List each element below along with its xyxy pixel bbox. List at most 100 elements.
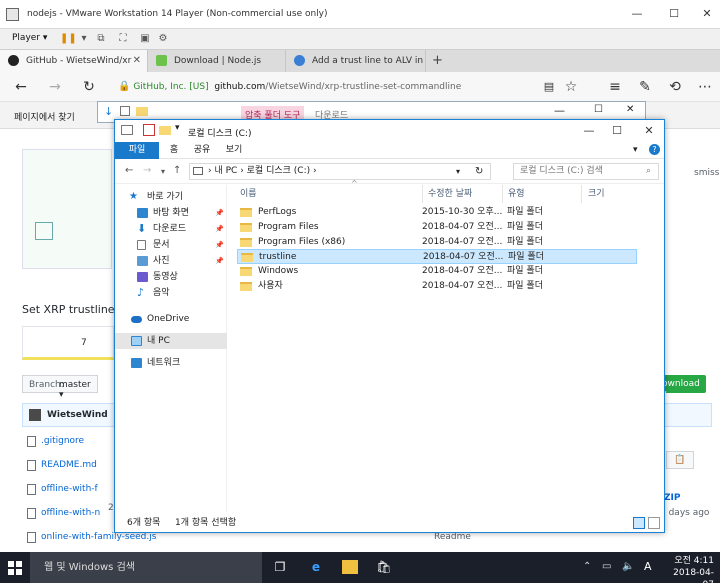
sidebar-item-desktop[interactable]: 바탕 화면 📌 <box>115 205 227 221</box>
pin-icon[interactable]: 📌 <box>215 221 224 237</box>
breadcrumb-pc[interactable]: 내 PC <box>214 166 237 176</box>
sidebar-item-this-pc[interactable]: 내 PC <box>115 333 227 349</box>
windows-start-icon[interactable] <box>8 561 22 575</box>
unity-icon[interactable]: ▣ <box>137 32 153 46</box>
player-menu[interactable]: Player ▾ <box>12 33 47 43</box>
folder-row-selected[interactable]: trustline 2018-04-07 오전... 파일 폴더 <box>237 249 637 264</box>
sidebar-item-videos[interactable]: 동영상 <box>115 269 227 285</box>
large-icons-view-icon[interactable] <box>648 517 660 529</box>
sidebar-item-documents[interactable]: 문서 📌 <box>115 237 227 253</box>
maximize-button[interactable]: ☐ <box>603 120 631 142</box>
chevron-down-icon[interactable]: ▾ <box>161 167 165 176</box>
address-bar[interactable]: 🔒 GitHub, Inc. [US] github.com/WietseWin… <box>118 78 528 96</box>
file-explorer-icon[interactable] <box>342 560 358 574</box>
refresh-icon[interactable]: ↻ <box>80 78 98 96</box>
pin-icon[interactable]: 📌 <box>215 237 224 253</box>
folder-row[interactable]: 사용자 2018-04-07 오전... 파일 폴더 <box>237 279 637 294</box>
new-folder-icon[interactable] <box>159 126 171 135</box>
search-input[interactable]: 로컬 디스크 (C:) 검색 ⌕ <box>513 163 659 180</box>
minimize-button[interactable]: — <box>554 104 565 117</box>
reading-view-icon[interactable]: ▤ <box>540 78 558 96</box>
clock[interactable]: 오전 4:11 2018-04-07 <box>666 555 714 583</box>
chevron-down-icon[interactable]: ▾ <box>633 145 638 155</box>
dismiss-link[interactable]: smiss <box>694 168 719 178</box>
file-link[interactable]: .gitignore <box>41 436 84 446</box>
up-icon[interactable]: ↑ <box>173 165 181 176</box>
full-screen-icon[interactable]: ⛶ <box>115 32 131 46</box>
close-button[interactable]: ✕ <box>695 4 719 24</box>
file-link[interactable]: online-with-family-seed.js <box>41 532 156 542</box>
tab-github[interactable]: GitHub - WietseWind/xr ✕ <box>0 50 148 72</box>
chevron-up-icon[interactable]: ⌃ <box>583 561 591 572</box>
clipboard-icon[interactable]: 📋 <box>666 451 694 469</box>
folder-row[interactable]: Windows 2018-04-07 오전... 파일 폴더 <box>237 264 637 279</box>
more-icon[interactable]: ⋯ <box>696 78 714 96</box>
column-header-date[interactable]: 수정한 날짜 <box>422 185 472 203</box>
store-icon[interactable]: 🛍 <box>375 558 393 576</box>
tab-share[interactable]: 공유 <box>189 142 215 159</box>
download-button[interactable]: ownload ▾ <box>660 375 706 399</box>
settings-icon[interactable]: ⚙ <box>155 32 171 46</box>
new-tab-button[interactable]: + <box>432 50 448 72</box>
network-tray-icon[interactable]: ▭ <box>602 561 611 572</box>
commits-box[interactable]: 7 <box>22 326 114 360</box>
share-icon[interactable]: ⟲ <box>666 78 684 96</box>
zip-link[interactable]: ZIP <box>664 493 680 503</box>
help-icon[interactable]: ? <box>649 144 660 155</box>
taskbar-search-box[interactable]: 웹 및 Windows 검색 <box>30 552 262 583</box>
forward-icon[interactable]: → <box>46 78 64 96</box>
volume-icon[interactable]: 🔈 <box>622 561 634 572</box>
ime-indicator[interactable]: A <box>644 560 652 573</box>
send-keys-icon[interactable]: ⧉ <box>93 32 109 46</box>
tab-nodejs[interactable]: Download | Node.js <box>148 50 286 72</box>
edge-icon[interactable]: e <box>307 558 325 576</box>
breadcrumb-drive[interactable]: 로컬 디스크 (C:) <box>247 166 310 176</box>
pause-icon[interactable]: ❚❚ <box>60 32 77 46</box>
column-header-name[interactable]: 이름 <box>240 185 257 203</box>
close-button[interactable]: ✕ <box>626 104 634 115</box>
folder-row[interactable]: PerfLogs 2015-10-30 오후... 파일 폴더 <box>237 205 637 220</box>
minimize-button[interactable]: — <box>625 4 649 24</box>
favorite-star-icon[interactable]: ☆ <box>562 78 580 96</box>
close-button[interactable]: ✕ <box>635 120 663 142</box>
minimize-button[interactable]: — <box>575 120 603 142</box>
sidebar-item-pictures[interactable]: 사진 📌 <box>115 253 227 269</box>
sidebar-item-downloads[interactable]: ⬇ 다운로드 📌 <box>115 221 227 237</box>
back-icon[interactable]: ← <box>125 165 133 176</box>
sidebar-item-network[interactable]: 네트워크 <box>115 355 227 371</box>
chevron-down-icon[interactable]: ▾ <box>76 32 92 46</box>
tab-trustline[interactable]: Add a trust line to ALV in yc <box>286 50 426 88</box>
details-view-icon[interactable] <box>633 517 645 529</box>
notes-icon[interactable]: ✎ <box>636 78 654 96</box>
back-icon[interactable]: ← <box>12 78 30 96</box>
forward-icon[interactable]: → <box>143 165 151 176</box>
column-header-size[interactable]: 크기 <box>581 185 605 203</box>
maximize-button[interactable]: ☐ <box>662 4 686 24</box>
maximize-button[interactable]: ☐ <box>594 104 603 115</box>
file-icon <box>27 532 36 543</box>
chevron-down-icon[interactable]: ▾ <box>456 164 460 179</box>
task-view-icon[interactable]: ❐ <box>271 558 289 576</box>
branch-selector[interactable]: Branch: master ▾ <box>22 375 98 400</box>
file-link[interactable]: offline-with-f <box>41 484 98 494</box>
tab-file[interactable]: 파일 <box>115 142 159 159</box>
sidebar-item-music[interactable]: ♪ 음악 <box>115 285 227 301</box>
checkbox-icon <box>35 222 53 240</box>
sidebar-item-onedrive[interactable]: OneDrive <box>115 311 227 327</box>
close-tab-icon[interactable]: ✕ <box>133 50 141 72</box>
folder-row[interactable]: Program Files 2018-04-07 오전... 파일 폴더 <box>237 220 637 235</box>
address-breadcrumb[interactable]: › 내 PC › 로컬 디스크 (C:) › ▾ ↻ <box>189 163 491 180</box>
chevron-down-icon[interactable]: ▾ <box>175 123 180 133</box>
pin-icon[interactable]: 📌 <box>215 253 224 269</box>
column-header-type[interactable]: 유형 <box>502 185 525 203</box>
pin-icon[interactable]: 📌 <box>215 205 224 221</box>
hub-icon[interactable]: ≡ <box>606 78 624 96</box>
tab-view[interactable]: 보기 <box>221 142 247 159</box>
tab-home[interactable]: 홈 <box>163 142 185 159</box>
file-link[interactable]: README.md <box>41 460 97 470</box>
file-link[interactable]: offline-with-n <box>41 508 100 518</box>
folder-row[interactable]: Program Files (x86) 2018-04-07 오전... 파일 … <box>237 235 637 250</box>
refresh-icon[interactable]: ↻ <box>475 164 483 179</box>
properties-icon[interactable] <box>143 124 155 136</box>
sidebar-item-quick-access[interactable]: ★ 바로 가기 <box>115 189 227 205</box>
